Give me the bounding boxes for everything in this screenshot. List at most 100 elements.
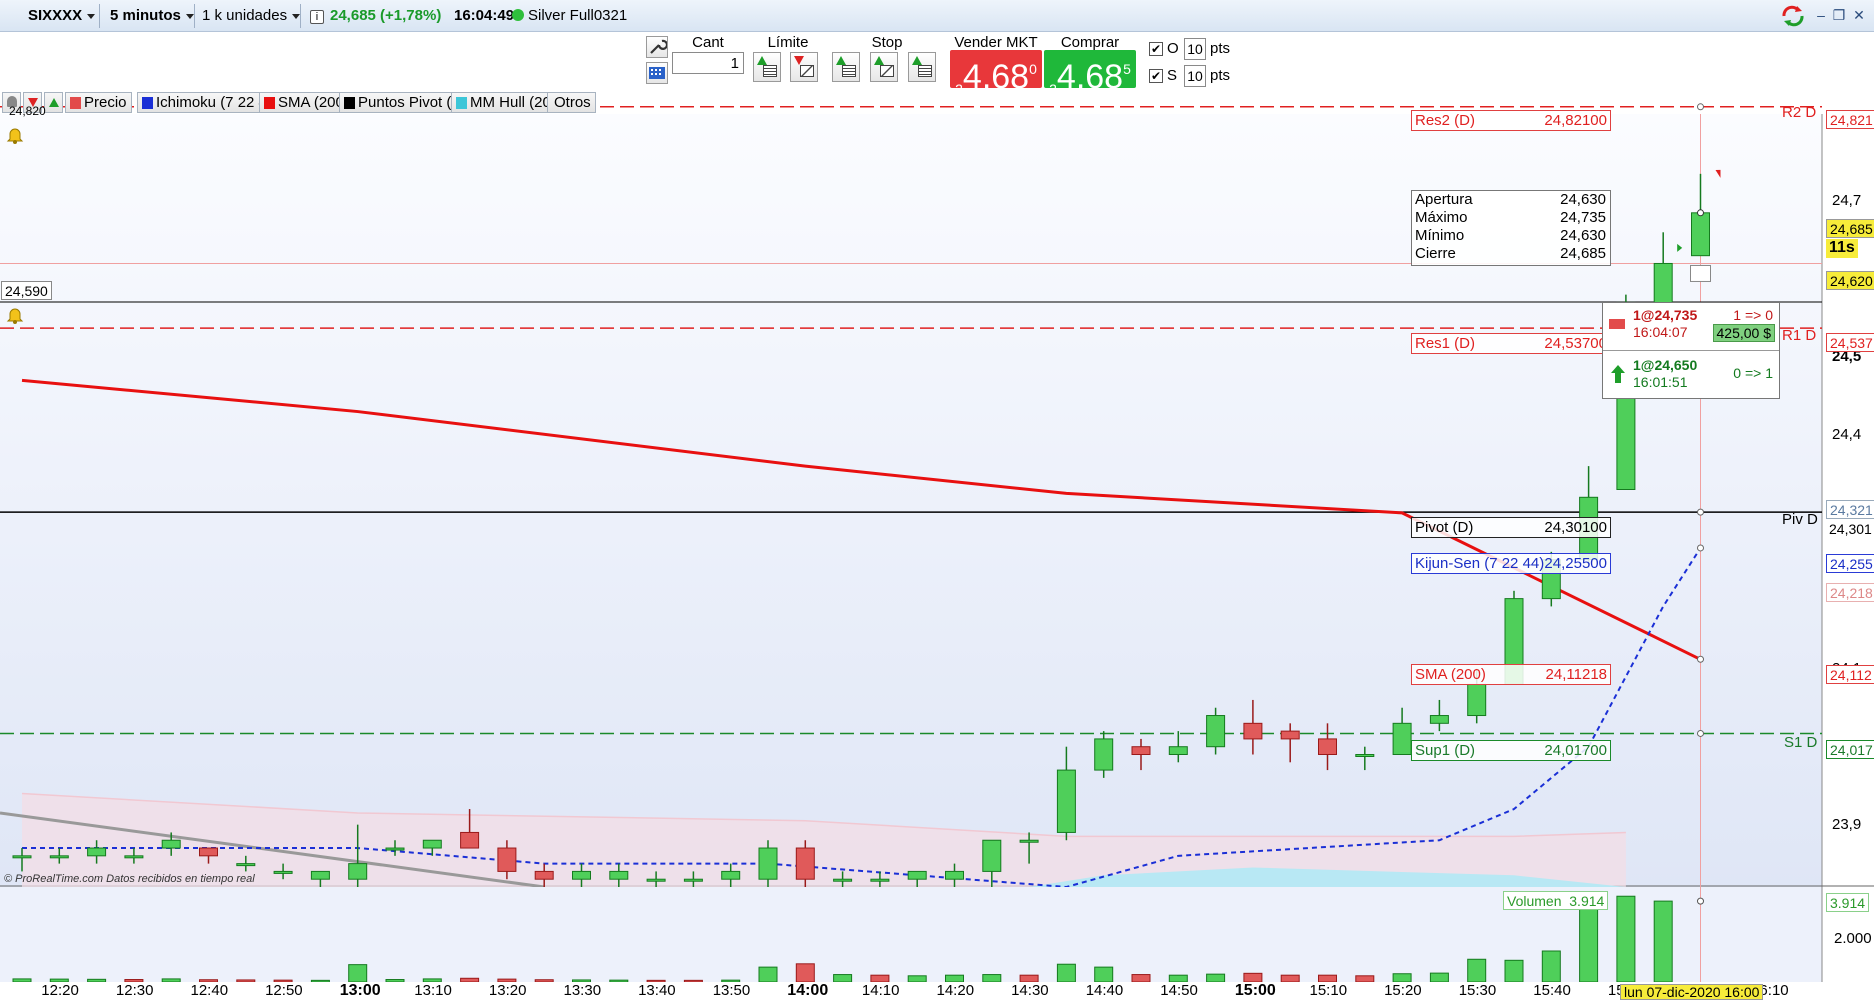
- minimize-icon[interactable]: –: [1812, 6, 1830, 24]
- indicator-tab-otros[interactable]: Otros: [547, 92, 596, 113]
- candle-body: [721, 870, 741, 880]
- time-axis-tick: 12:40: [190, 982, 229, 999]
- trades-popup[interactable]: 1@24,735 16:04:07 1 => 0 425,00 $ 1@24,6…: [1602, 302, 1780, 399]
- divider: [300, 4, 301, 28]
- time-axis-tick: 14:40: [1085, 982, 1124, 999]
- candle-body: [1355, 754, 1375, 757]
- timeframe-selector[interactable]: 5 minutos: [104, 4, 200, 28]
- volume-bar: [1056, 963, 1076, 982]
- sell-price-fraction: 0: [1029, 61, 1037, 77]
- time-axis[interactable]: 12:20 12:30 12:40 12:50 13:00 13:10 13:20 13:30…: [0, 982, 1874, 1000]
- arrow-up-icon: [836, 56, 846, 65]
- candle-body: [683, 878, 703, 882]
- trade-icon: [1690, 264, 1711, 282]
- divider: [194, 4, 195, 28]
- stop-points-input[interactable]: [1184, 65, 1206, 87]
- sma-level-box: SMA (200) 24,11218: [1411, 664, 1611, 685]
- arrow-up-icon: [49, 98, 59, 107]
- volume-bar: [1467, 958, 1487, 982]
- indicator-color-swatch: [456, 97, 467, 109]
- buy-limit-button[interactable]: [753, 52, 781, 82]
- sell-trade-icon: [1609, 319, 1625, 329]
- axis-pivot-tag: 24,301: [1829, 521, 1872, 537]
- divider: [99, 4, 100, 28]
- trailing-stop-button[interactable]: [908, 52, 936, 82]
- pivot-level-box: Pivot (D) 24,30100: [1411, 517, 1611, 538]
- keypad-icon[interactable]: [646, 62, 668, 84]
- time-axis-tick: 12:50: [265, 982, 303, 999]
- volume-bar: [758, 966, 778, 982]
- quantity-input[interactable]: [672, 52, 744, 74]
- arrow-up-icon: [874, 56, 884, 65]
- candle-body: [348, 863, 368, 880]
- buy-market-button[interactable]: 24,685: [1044, 50, 1136, 97]
- objective-points-input[interactable]: [1184, 38, 1206, 60]
- time-axis-tick: 15:20: [1384, 982, 1422, 999]
- time-axis-tick: 13:20: [488, 982, 527, 999]
- buy-trade-price: 1@24,650: [1633, 357, 1698, 373]
- sell-stop-button[interactable]: [870, 52, 898, 82]
- last-price-marker: [1697, 209, 1704, 217]
- volume-bar: [795, 963, 815, 982]
- kijun-level-box: Kijun-Sen (7 22 44) 24,25500: [1411, 553, 1611, 574]
- indicator-color-swatch: [142, 97, 153, 109]
- objective-label: O: [1167, 40, 1179, 57]
- candle-body: [534, 870, 554, 880]
- time-axis-tick: 14:00: [787, 982, 829, 999]
- volume-bar: [945, 974, 964, 982]
- buy-stop-button[interactable]: [832, 52, 860, 82]
- units-label: 1 k unidades: [202, 7, 288, 24]
- stop-checkbox[interactable]: ✔: [1149, 69, 1163, 83]
- quote-change: 24,685 (+1,78%): [330, 7, 442, 24]
- volume-bar: [1131, 974, 1151, 982]
- units-selector[interactable]: 1 k unidades: [196, 4, 306, 28]
- axis-res2-tag: 24,821: [1826, 110, 1874, 129]
- indicator-tab-precio[interactable]: Precio: [65, 92, 132, 113]
- sell-limit-button[interactable]: [790, 52, 818, 82]
- volume-label: Volumen: [1507, 893, 1562, 909]
- candle-body: [385, 847, 405, 851]
- chevron-down-icon: [292, 13, 301, 19]
- candle-body: [1691, 212, 1710, 257]
- level-marker: [1697, 508, 1704, 516]
- sync-icon[interactable]: [1780, 5, 1806, 27]
- time-axis-tick: 14:50: [1160, 982, 1198, 999]
- sell-market-button[interactable]: 24,680: [950, 50, 1042, 97]
- candle-body: [460, 831, 480, 849]
- candle-body: [236, 863, 256, 867]
- qty-label: Cant: [692, 34, 724, 51]
- volume-bar: [1616, 895, 1636, 982]
- stop-s-label: S: [1167, 67, 1178, 84]
- alarm-bell-icon[interactable]: [6, 126, 24, 144]
- sma-label: SMA (200): [1415, 666, 1486, 683]
- divider: [1603, 350, 1779, 351]
- objective-checkbox[interactable]: ✔: [1149, 42, 1163, 56]
- sma-value: 24,11218: [1545, 666, 1607, 683]
- chevron-down-icon: [87, 13, 96, 19]
- price-axis-tick: 23,9: [1832, 815, 1862, 833]
- title-bar: SIXXXX 5 minutos 1 k unidades i 24,685 (…: [0, 0, 1874, 32]
- alarm-bell-icon[interactable]: [6, 306, 24, 324]
- candle-body: [945, 870, 964, 880]
- s1-tag: S1 D: [1784, 734, 1818, 751]
- chevron-down-icon: [185, 13, 194, 19]
- time-axis-tick: 15:40: [1533, 982, 1571, 999]
- limit-label: Límite: [767, 34, 809, 51]
- sell-trade-position: 1 => 0: [1733, 307, 1773, 323]
- candle-body: [1392, 722, 1412, 756]
- timeframe-label: 5 minutos: [110, 7, 181, 24]
- candle-body: [49, 855, 69, 859]
- sell-trade-time: 16:04:07: [1633, 324, 1688, 340]
- wrench-icon[interactable]: [646, 36, 669, 58]
- candle-body: [199, 847, 218, 857]
- restore-icon[interactable]: ❐: [1830, 6, 1848, 24]
- symbol-selector[interactable]: SIXXXX: [22, 4, 101, 28]
- candle-body: [646, 878, 666, 882]
- candle-body: [572, 870, 591, 880]
- buy-trade-position: 0 => 1: [1733, 365, 1773, 381]
- edit-icon: [800, 65, 814, 77]
- volume-bar: [1019, 974, 1039, 982]
- list-icon: [842, 65, 856, 77]
- close-icon[interactable]: ✕: [1850, 6, 1868, 24]
- arrow-up-icon: [757, 56, 767, 65]
